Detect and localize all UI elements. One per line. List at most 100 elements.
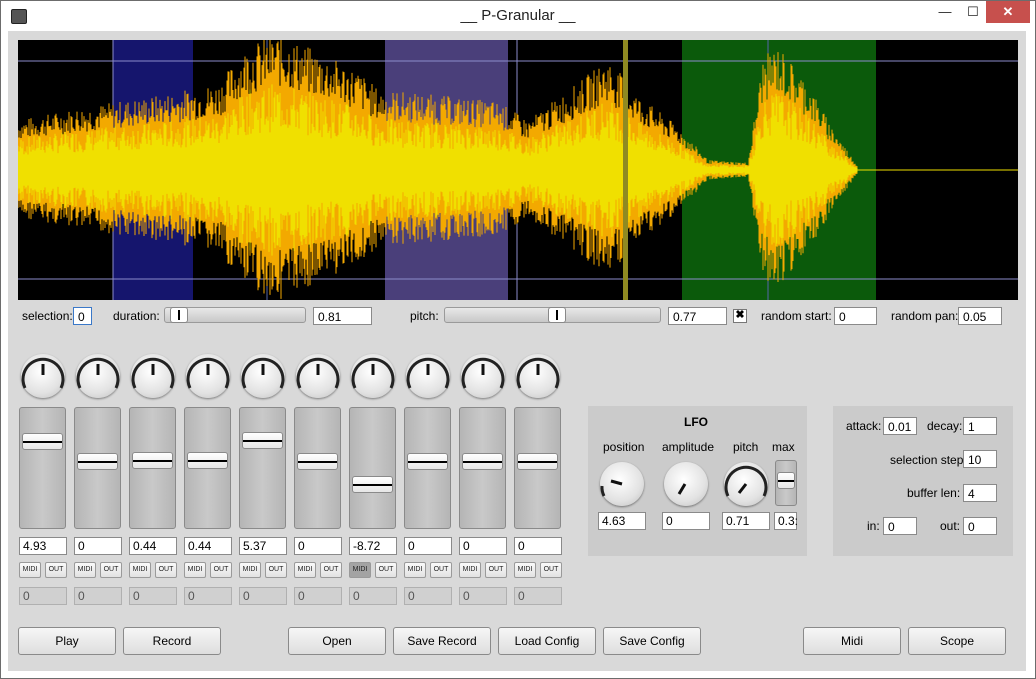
channel-slider-thumb[interactable]	[462, 453, 503, 470]
channel-out-button[interactable]: OUT	[375, 562, 397, 578]
channel-value-input[interactable]: 0	[404, 537, 452, 555]
channel-knob[interactable]	[131, 354, 175, 398]
channel-slider[interactable]	[239, 407, 286, 529]
duration-slider-thumb[interactable]	[170, 307, 188, 323]
channel-midi-button[interactable]: MIDI	[184, 562, 206, 578]
channel-value-input[interactable]: 0.44	[129, 537, 177, 555]
channel-value-input[interactable]: 5.37	[239, 537, 287, 555]
channel-knob[interactable]	[516, 354, 560, 398]
duration-input[interactable]: 0.81	[313, 307, 372, 325]
channel-out-button[interactable]: OUT	[210, 562, 232, 578]
channel-knob[interactable]	[76, 354, 120, 398]
channel-slider-thumb[interactable]	[22, 433, 63, 450]
channel-slider[interactable]	[459, 407, 506, 529]
channel-midi-button[interactable]: MIDI	[294, 562, 316, 578]
selection-step-input[interactable]: 10	[963, 450, 997, 468]
channel-out-button[interactable]: OUT	[45, 562, 67, 578]
channel-slider[interactable]	[294, 407, 341, 529]
channel-midi-button[interactable]: MIDI	[19, 562, 41, 578]
decay-input[interactable]: 1	[963, 417, 997, 435]
channel-value-input[interactable]: 0	[74, 537, 122, 555]
channel-out-button[interactable]: OUT	[320, 562, 342, 578]
midi-button[interactable]: Midi	[803, 627, 901, 655]
lfo-amplitude-knob[interactable]	[664, 462, 708, 506]
in-input[interactable]: 0	[883, 517, 917, 535]
buffer-len-input[interactable]: 4	[963, 484, 997, 502]
channel-midi-button[interactable]: MIDI	[349, 562, 371, 578]
attack-input[interactable]: 0.01	[883, 417, 917, 435]
channel-slider-thumb[interactable]	[132, 452, 173, 469]
lfo-max-slider[interactable]	[775, 460, 797, 506]
channel-slider[interactable]	[404, 407, 451, 529]
lfo-pitch-knob[interactable]	[724, 462, 768, 506]
playhead-marker	[623, 40, 628, 300]
channel-out-button[interactable]: OUT	[100, 562, 122, 578]
channel-midi-button[interactable]: MIDI	[514, 562, 536, 578]
channel-out-button[interactable]: OUT	[430, 562, 452, 578]
channel-knob[interactable]	[186, 354, 230, 398]
channel-knob[interactable]	[351, 354, 395, 398]
channel-slider-thumb[interactable]	[352, 476, 393, 493]
channel-slider[interactable]	[129, 407, 176, 529]
channel-value-input[interactable]: 0	[294, 537, 342, 555]
channel-slider-thumb[interactable]	[297, 453, 338, 470]
channel-knob[interactable]	[461, 354, 505, 398]
channel-slider-thumb[interactable]	[242, 432, 283, 449]
record-button[interactable]: Record	[123, 627, 221, 655]
channel-out-button[interactable]: OUT	[155, 562, 177, 578]
lfo-position-input[interactable]: 4.63	[598, 512, 646, 530]
selection-input[interactable]: 0	[73, 307, 92, 325]
waveform-display[interactable]	[18, 40, 1018, 300]
channel-knob[interactable]	[21, 354, 65, 398]
lfo-position-knob[interactable]	[600, 462, 644, 506]
channel-knob[interactable]	[241, 354, 285, 398]
load-config-button[interactable]: Load Config	[498, 627, 596, 655]
channel-slider-thumb[interactable]	[187, 452, 228, 469]
out-input[interactable]: 0	[963, 517, 997, 535]
channel-out-button[interactable]: OUT	[485, 562, 507, 578]
pitch-slider-thumb[interactable]	[548, 307, 566, 323]
channel-midi-button[interactable]: MIDI	[459, 562, 481, 578]
channel-value-input[interactable]: 0	[514, 537, 562, 555]
save-record-button[interactable]: Save Record	[393, 627, 491, 655]
channel-slider[interactable]	[184, 407, 231, 529]
lfo-pitch-input[interactable]: 0.71	[722, 512, 770, 530]
channel-out-button[interactable]: OUT	[265, 562, 287, 578]
channel-slider[interactable]	[349, 407, 396, 529]
play-button[interactable]: Play	[18, 627, 116, 655]
channel-value-input[interactable]: 0.44	[184, 537, 232, 555]
save-config-button[interactable]: Save Config	[603, 627, 701, 655]
scope-button[interactable]: Scope	[908, 627, 1006, 655]
channel-slider-thumb[interactable]	[407, 453, 448, 470]
channel-midi-button[interactable]: MIDI	[404, 562, 426, 578]
open-button[interactable]: Open	[288, 627, 386, 655]
channel-slider-thumb[interactable]	[77, 453, 118, 470]
channel-slider[interactable]	[74, 407, 121, 529]
channel-slider-thumb[interactable]	[517, 453, 558, 470]
close-button[interactable]: ✕	[986, 1, 1030, 23]
channel-slider[interactable]	[514, 407, 561, 529]
channel-cc-field: 0	[459, 587, 507, 605]
channel-value-input[interactable]: 4.93	[19, 537, 67, 555]
channel-knob[interactable]	[296, 354, 340, 398]
channel-slider[interactable]	[19, 407, 66, 529]
channel-value-input[interactable]: -8.72	[349, 537, 397, 555]
channel-knob[interactable]	[406, 354, 450, 398]
duration-slider[interactable]	[164, 307, 306, 323]
lfo-amplitude-label: amplitude	[662, 440, 715, 454]
pitch-checkbox[interactable]: ✖	[733, 309, 747, 323]
random-start-input[interactable]: 0	[834, 307, 877, 325]
lfo-max-input[interactable]: 0.3:	[774, 512, 798, 530]
channel-value-input[interactable]: 0	[459, 537, 507, 555]
pitch-slider[interactable]	[444, 307, 661, 323]
channel-out-button[interactable]: OUT	[540, 562, 562, 578]
lfo-amplitude-input[interactable]: 0	[662, 512, 710, 530]
lfo-max-slider-thumb[interactable]	[777, 472, 795, 489]
minimize-button[interactable]: —	[931, 1, 959, 23]
channel-midi-button[interactable]: MIDI	[239, 562, 261, 578]
channel-midi-button[interactable]: MIDI	[129, 562, 151, 578]
random-pan-input[interactable]: 0.05	[958, 307, 1002, 325]
channel-midi-button[interactable]: MIDI	[74, 562, 96, 578]
maximize-button[interactable]: ☐	[959, 1, 987, 23]
pitch-input[interactable]: 0.77	[668, 307, 727, 325]
